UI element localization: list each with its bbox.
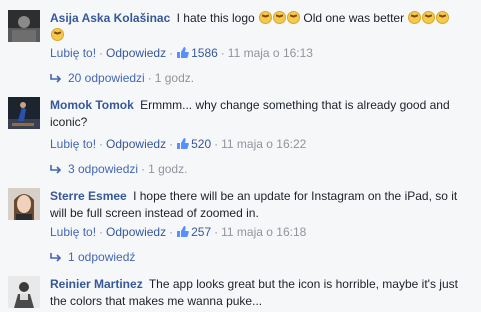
comment-text: I hate this logo bbox=[176, 11, 255, 25]
avatar-image bbox=[8, 276, 40, 308]
thumbs-up-icon bbox=[176, 137, 189, 154]
comment-feed: Asija Aska Kolašinac I hate this logo Ol… bbox=[0, 0, 481, 312]
reply-button[interactable]: Odpowiedz bbox=[106, 46, 166, 60]
comment-body: Asija Aska Kolašinac I hate this logo Ol… bbox=[50, 10, 471, 44]
comment-timestamp[interactable]: 11 maja o 16:22 bbox=[221, 137, 306, 151]
comment-body: Momok Tomok Ermmm... why change somethin… bbox=[50, 97, 471, 131]
replies-count[interactable]: 20 odpowiedzi bbox=[68, 71, 145, 85]
comment-author[interactable]: Asija Aska Kolašinac bbox=[50, 11, 170, 25]
comment-body: Sterre Esmee I hope there will be an upd… bbox=[50, 188, 471, 222]
reply-arrow-icon bbox=[50, 252, 62, 267]
avatar-image bbox=[8, 188, 40, 220]
comment-timestamp[interactable]: 11 maja o 16:18 bbox=[221, 225, 306, 239]
avatar[interactable] bbox=[8, 276, 40, 308]
angry-face-emoji-icon bbox=[259, 11, 273, 24]
avatar-image bbox=[8, 97, 40, 129]
angry-face-emoji-icon bbox=[287, 11, 301, 24]
like-count[interactable]: 520 bbox=[191, 137, 211, 151]
reply-arrow-icon bbox=[50, 73, 62, 88]
angry-face-emoji-icon bbox=[273, 11, 287, 24]
comment-text: Old one was better bbox=[303, 11, 405, 25]
comment-actions: Lubię to! · Odpowiedz · 257 · 11 maja o 16:18 bbox=[50, 225, 306, 242]
comment-author[interactable]: Reinier Martinez bbox=[50, 277, 143, 291]
thumbs-up-icon bbox=[176, 225, 189, 242]
replies-count[interactable]: 3 odpowiedzi bbox=[68, 162, 138, 176]
avatar[interactable] bbox=[8, 10, 40, 42]
angry-face-emoji-icon bbox=[436, 11, 450, 24]
replies-link[interactable]: 1 odpowiedź bbox=[50, 250, 135, 267]
comment-body: Reinier Martinez The app looks great but… bbox=[50, 276, 471, 310]
replies-age: 1 godz. bbox=[148, 162, 188, 176]
comment-author[interactable]: Sterre Esmee bbox=[50, 189, 127, 203]
reply-button[interactable]: Odpowiedz bbox=[106, 225, 166, 239]
avatar[interactable] bbox=[8, 97, 40, 129]
like-button[interactable]: Lubię to! bbox=[50, 137, 96, 151]
thumbs-up-icon bbox=[176, 46, 189, 63]
like-count[interactable]: 257 bbox=[191, 225, 211, 239]
like-button[interactable]: Lubię to! bbox=[50, 225, 96, 239]
reply-button[interactable]: Odpowiedz bbox=[106, 137, 166, 151]
comment-actions: Lubię to! · Odpowiedz · 1586 · 11 maja o 16:13 bbox=[50, 46, 313, 63]
angry-face-emoji-icon bbox=[408, 11, 422, 24]
replies-age: 1 godz. bbox=[154, 71, 195, 85]
angry-face-emoji-icon bbox=[422, 11, 436, 24]
replies-link[interactable]: 20 odpowiedzi · 1 godz. bbox=[50, 71, 194, 88]
avatar[interactable] bbox=[8, 188, 40, 220]
like-button[interactable]: Lubię to! bbox=[50, 46, 96, 60]
comment-actions: Lubię to! · Odpowiedz · 520 · 11 maja o 16:22 bbox=[50, 137, 306, 154]
comment-timestamp[interactable]: 11 maja o 16:13 bbox=[228, 46, 313, 60]
replies-link[interactable]: 3 odpowiedzi · 1 godz. bbox=[50, 162, 187, 179]
reply-arrow-icon bbox=[50, 164, 62, 179]
avatar-image bbox=[8, 10, 40, 42]
like-count[interactable]: 1586 bbox=[191, 46, 218, 60]
comment-author[interactable]: Momok Tomok bbox=[50, 98, 134, 112]
replies-count[interactable]: 1 odpowiedź bbox=[68, 250, 135, 264]
angry-face-emoji-icon bbox=[51, 28, 64, 41]
